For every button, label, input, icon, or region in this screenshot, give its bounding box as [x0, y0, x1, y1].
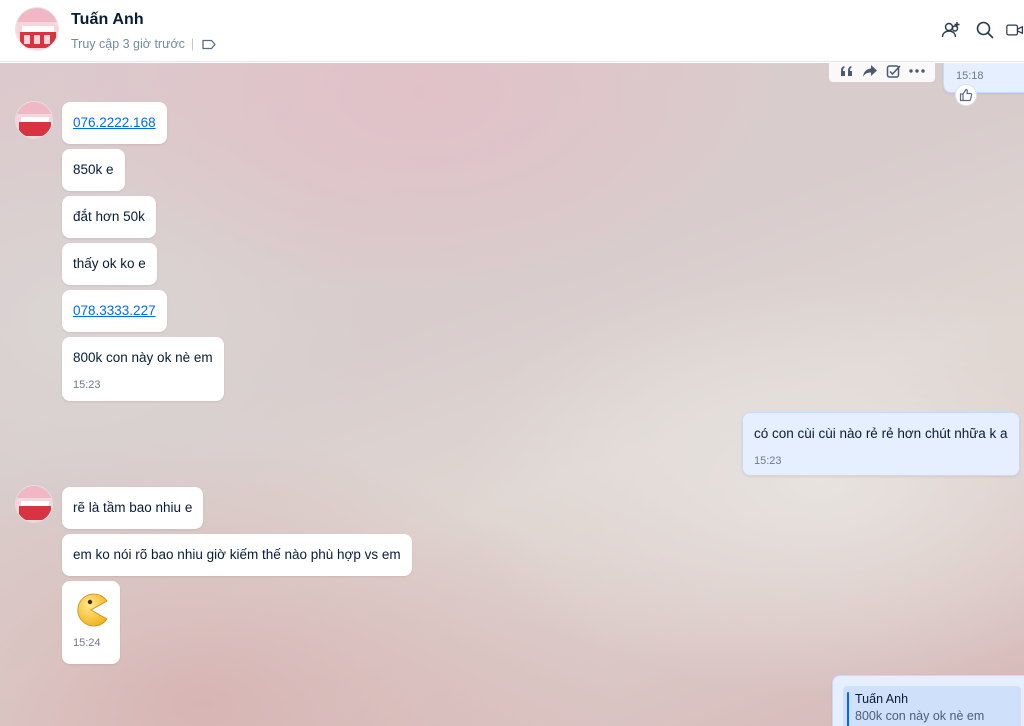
- select-icon[interactable]: [886, 63, 902, 79]
- message-time: 15:24: [73, 637, 101, 649]
- received-message[interactable]: 078.3333.227: [62, 290, 167, 332]
- quote-bar: [847, 692, 849, 726]
- contact-avatar[interactable]: [15, 7, 59, 51]
- chat-area[interactable]: 15:18 076.2222.168 850k e đắt hơn 50k th…: [0, 63, 1024, 726]
- message-text: thấy ok ko e: [73, 256, 146, 271]
- last-active-text: Truy cập 3 giờ trước: [71, 37, 185, 51]
- phone-link[interactable]: 078.3333.227: [73, 303, 156, 318]
- sent-message-partial[interactable]: 15:18: [943, 63, 1024, 93]
- contact-name[interactable]: Tuấn Anh: [71, 11, 144, 29]
- quote-icon[interactable]: [839, 63, 855, 79]
- message-text: đắt hơn 50k: [73, 209, 145, 224]
- status-divider: |: [190, 37, 195, 51]
- received-message[interactable]: đắt hơn 50k: [62, 196, 156, 238]
- message-text: rẽ là tầm bao nhiu e: [73, 500, 193, 515]
- message-text: có con cùi cùi nào rẻ rẻ hơn chút nhữa k…: [754, 426, 1008, 441]
- received-message[interactable]: 076.2222.168: [62, 102, 167, 144]
- message-text: em ko nói rõ bao nhiu giờ kiếm thế nào p…: [73, 547, 401, 562]
- message-time: 15:23: [73, 379, 101, 391]
- sender-avatar[interactable]: [15, 485, 53, 523]
- received-message[interactable]: rẽ là tầm bao nhiu e: [62, 487, 204, 529]
- received-message[interactable]: 15:24: [62, 581, 120, 664]
- quoted-message[interactable]: Tuấn Anh 800k con này ok nè em: [843, 686, 1021, 726]
- message-time: 15:23: [754, 455, 782, 467]
- message-text: 850k e: [73, 162, 114, 177]
- tag-icon[interactable]: [202, 39, 216, 50]
- quote-author: Tuấn Anh: [855, 692, 909, 706]
- contact-status: Truy cập 3 giờ trước |: [71, 37, 216, 51]
- chat-header: Tuấn Anh Truy cập 3 giờ trước |: [0, 0, 1024, 62]
- quote-text: 800k con này ok nè em: [855, 709, 985, 723]
- message-time: 15:18: [956, 70, 984, 82]
- video-call-icon[interactable]: [1006, 19, 1024, 41]
- received-message[interactable]: thấy ok ko e: [62, 243, 157, 285]
- like-icon[interactable]: [955, 84, 977, 106]
- message-text: 800k con này ok nè em: [73, 350, 213, 365]
- received-message[interactable]: 850k e: [62, 149, 125, 191]
- sender-avatar[interactable]: [15, 101, 53, 139]
- received-message[interactable]: 800k con này ok nè em 15:23: [62, 337, 224, 401]
- search-icon[interactable]: [974, 19, 996, 41]
- pacman-emoji: [73, 592, 109, 628]
- message-toolbar: [829, 63, 935, 82]
- add-member-icon[interactable]: [940, 19, 962, 41]
- sent-message-with-quote[interactable]: Tuấn Anh 800k con này ok nè em: [832, 675, 1024, 726]
- sent-message[interactable]: có con cùi cùi nào rẻ rẻ hơn chút nhữa k…: [742, 412, 1020, 476]
- more-icon[interactable]: [909, 63, 925, 79]
- forward-icon[interactable]: [862, 63, 878, 79]
- phone-link[interactable]: 076.2222.168: [73, 115, 156, 130]
- received-message[interactable]: em ko nói rõ bao nhiu giờ kiếm thế nào p…: [62, 534, 412, 576]
